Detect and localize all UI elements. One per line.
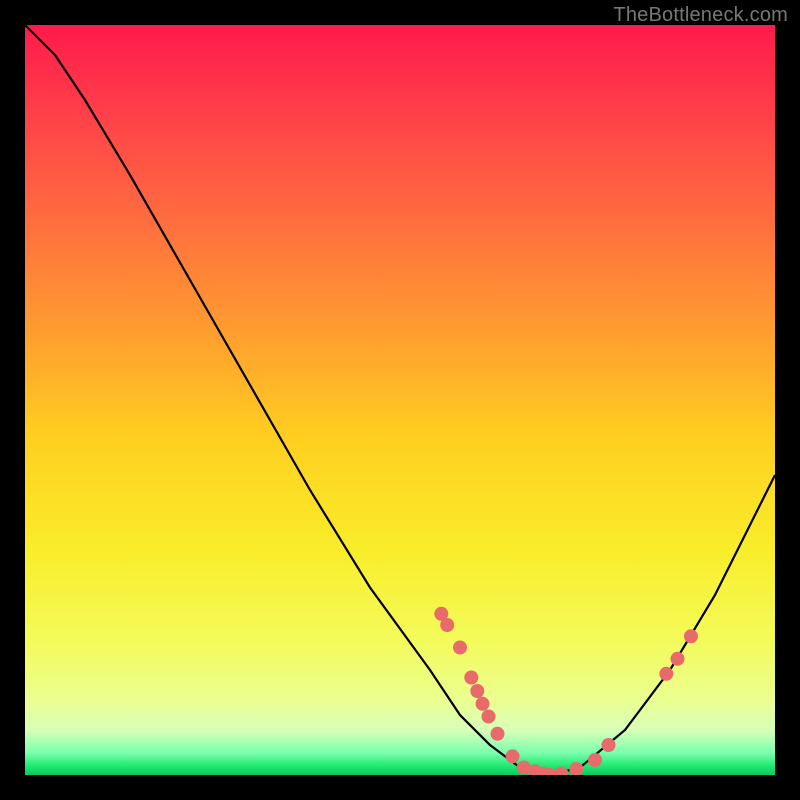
chart-container: TheBottleneck.com — [0, 0, 800, 800]
data-marker — [602, 738, 616, 752]
data-marker — [569, 762, 583, 775]
chart-svg — [25, 25, 775, 775]
data-marker — [506, 749, 520, 763]
data-marker — [464, 671, 478, 685]
bottleneck-curve — [25, 25, 775, 775]
data-marker — [659, 667, 673, 681]
data-marker — [470, 684, 484, 698]
data-marker — [440, 618, 454, 632]
data-marker — [453, 641, 467, 655]
data-markers — [434, 607, 698, 775]
watermark-text: TheBottleneck.com — [613, 4, 788, 27]
data-marker — [554, 767, 568, 776]
plot-area — [25, 25, 775, 775]
data-marker — [482, 710, 496, 724]
data-marker — [491, 727, 505, 741]
data-marker — [588, 753, 602, 767]
data-marker — [684, 629, 698, 643]
data-marker — [671, 652, 685, 666]
data-marker — [476, 697, 490, 711]
